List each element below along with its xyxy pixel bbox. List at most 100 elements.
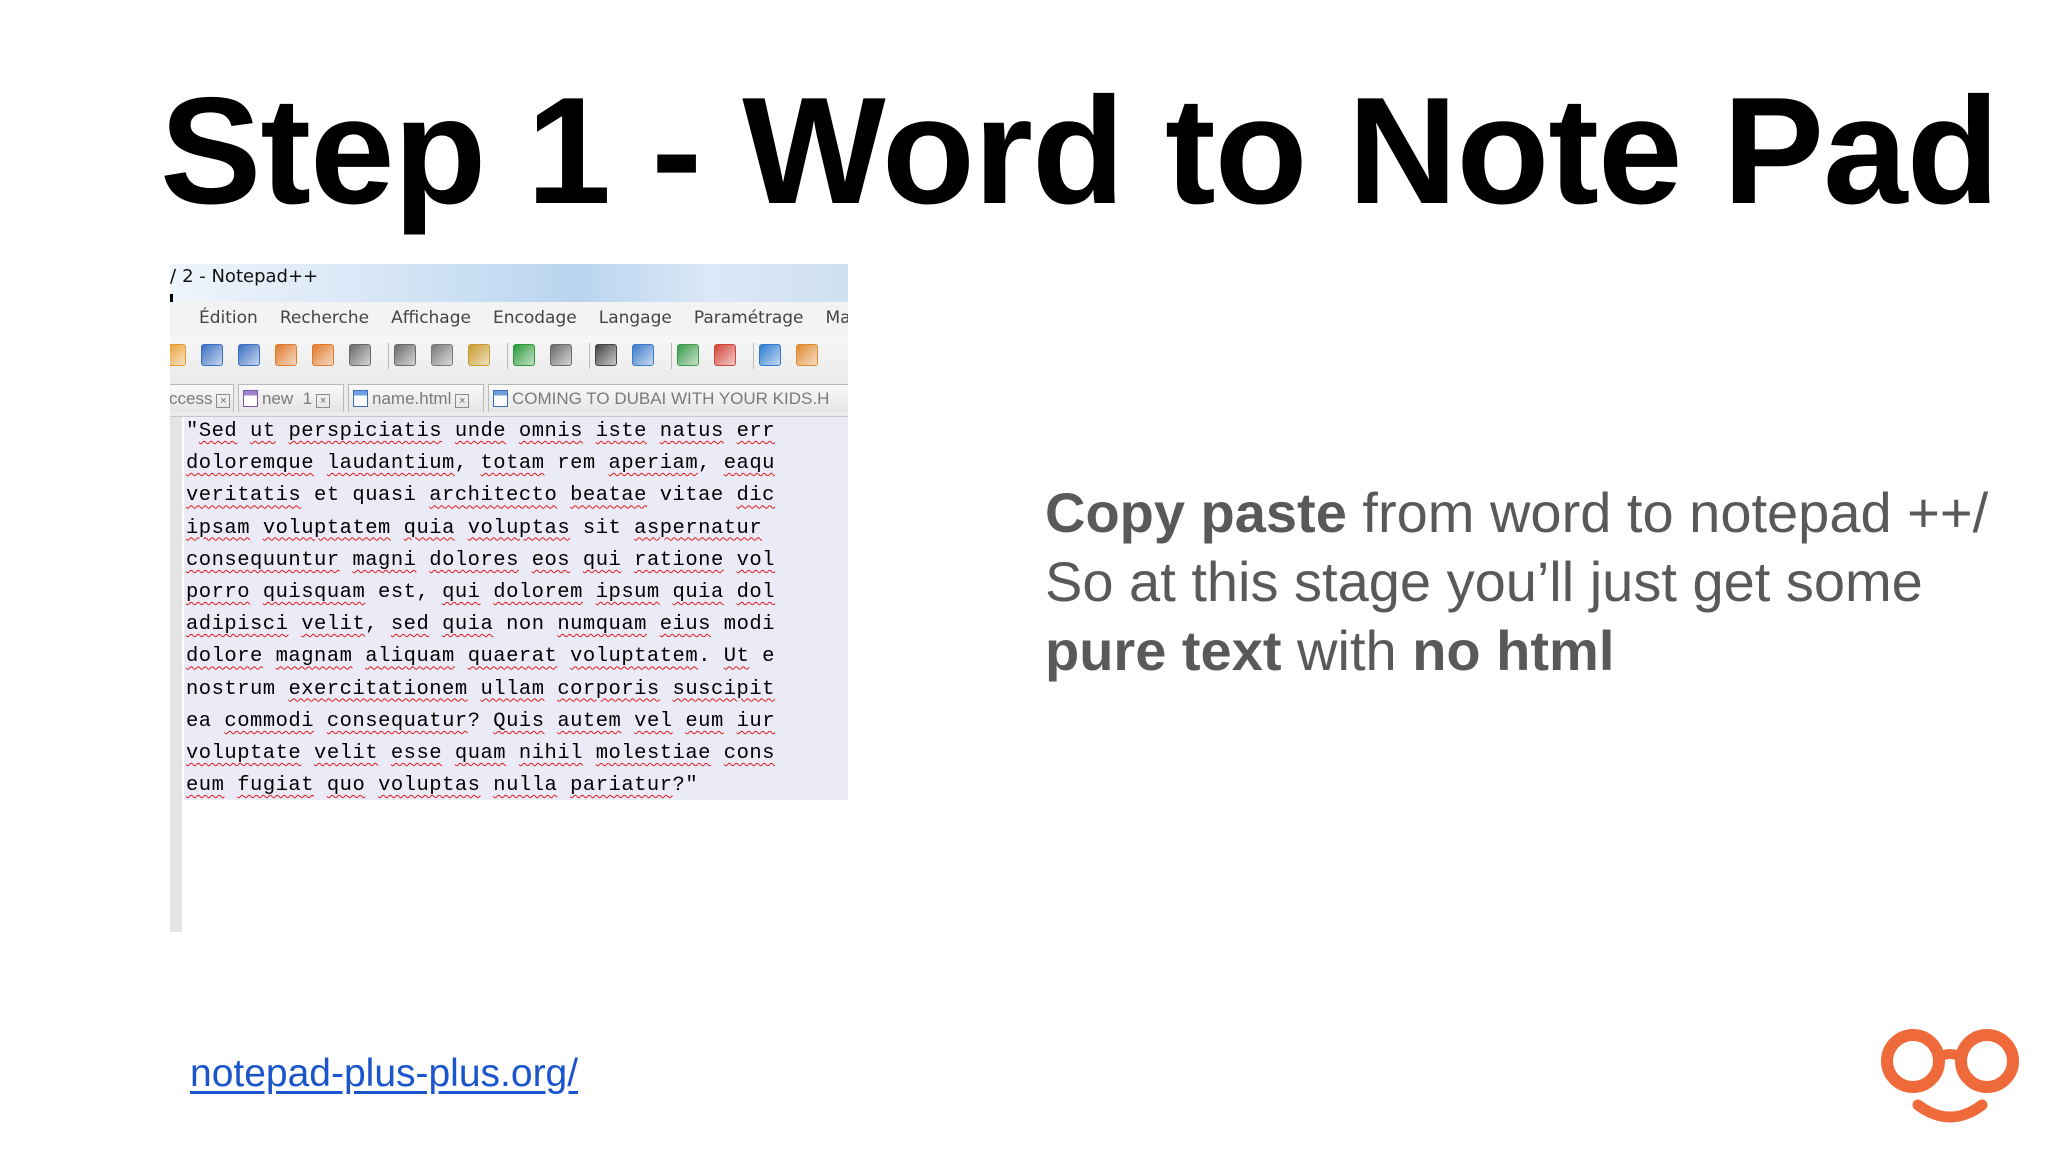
menu-item[interactable]: Édition <box>188 308 269 328</box>
menu-item[interactable]: Recherche <box>269 308 380 328</box>
misspelled-word: eaqu <box>723 452 775 476</box>
text-fragment <box>340 549 353 572</box>
text-fragment <box>276 678 289 701</box>
notepad-screenshot: /2 - Notepad++ Édition Recherche Affichage… <box>170 264 848 932</box>
text-fragment <box>506 742 519 765</box>
close-icon[interactable]: × <box>316 394 331 408</box>
text-fragment <box>673 710 686 733</box>
zoom-out-icon[interactable] <box>714 344 736 366</box>
undo-icon[interactable] <box>513 344 535 366</box>
text-fragment <box>276 420 289 443</box>
misspelled-word: qui <box>442 581 481 604</box>
zoom-in-icon[interactable] <box>677 344 699 366</box>
text-fragment <box>288 613 301 636</box>
text-fragment <box>724 710 737 733</box>
line-number-margin <box>170 417 182 932</box>
editor-line: ea commodi consequatur? Quis autem vel e… <box>186 710 775 733</box>
text-fragment: , <box>365 613 391 637</box>
notepad-plus-plus-link[interactable]: notepad-plus-plus.org/ <box>190 1052 578 1096</box>
toolbar-separator <box>753 343 754 369</box>
redo-icon[interactable] <box>550 344 572 366</box>
misspelled-word: iste <box>595 420 647 443</box>
misspelled-word: ut <box>250 420 276 443</box>
misspelled-word: laudantium <box>326 452 455 476</box>
tab-coming-to-dubai[interactable]: COMING TO DUBAI WITH YOUR KIDS.H <box>488 384 848 412</box>
menu-item[interactable]: Affichage <box>380 308 482 328</box>
notepad-editor[interactable]: "Sed ut perspiciatis unde omnis iste nat… <box>170 417 848 932</box>
sync-h-icon[interactable] <box>796 344 818 366</box>
text-fragment <box>724 549 737 572</box>
misspelled-word: Quis <box>493 709 545 733</box>
print-icon[interactable] <box>349 344 371 366</box>
text-fragment: ? <box>467 709 494 733</box>
save-all-icon[interactable] <box>238 344 260 366</box>
cut-icon[interactable] <box>394 344 416 366</box>
menu-item[interactable]: Encodage <box>482 308 588 328</box>
text-fragment: modi <box>710 613 775 637</box>
misspelled-word: consequuntur <box>186 548 340 572</box>
instruction-line-3: pure text with no html <box>1045 616 2035 685</box>
close-icon[interactable] <box>275 344 297 366</box>
text-fragment: est, <box>365 581 443 604</box>
instruction-text: Copy paste from word to notepad ++/ So a… <box>1045 478 2035 685</box>
open-icon[interactable] <box>170 344 186 366</box>
misspelled-word: commodi <box>224 709 315 733</box>
close-icon[interactable]: × <box>455 394 470 408</box>
text-fragment <box>583 742 596 765</box>
tab-ccess[interactable]: ccess × <box>170 384 234 412</box>
save-icon[interactable] <box>201 344 223 366</box>
text-fragment <box>212 710 225 733</box>
menu-item[interactable]: Langage <box>588 308 683 328</box>
tab-new-1[interactable]: new 1 × <box>238 384 344 412</box>
close-all-icon[interactable] <box>312 344 334 366</box>
text-fragment: ?" <box>672 774 699 798</box>
selected-text-region: "Sed ut perspiciatis unde omnis iste nat… <box>184 417 848 800</box>
text-fragment <box>352 645 365 668</box>
misspelled-word: exercitationem <box>288 677 468 701</box>
misspelled-word: porro <box>186 581 251 604</box>
editor-line: doloremque laudantium, totam rem aperiam… <box>186 452 775 475</box>
bold-phrase: Copy paste <box>1045 481 1347 544</box>
text-fragment <box>545 678 558 701</box>
text-fragment <box>314 452 327 475</box>
text-fragment <box>468 678 481 701</box>
misspelled-word: quam <box>454 742 507 765</box>
find-icon[interactable] <box>595 344 617 366</box>
text-fragment <box>480 774 493 797</box>
sync-v-icon[interactable] <box>759 344 781 366</box>
text-fragment: e <box>749 645 775 669</box>
misspelled-word: magnam <box>275 645 353 669</box>
text-fragment <box>724 581 737 604</box>
menu-item[interactable]: Paramétrage <box>683 308 815 328</box>
menu-item[interactable]: Mac <box>815 308 849 328</box>
misspelled-word: sed <box>390 613 430 637</box>
notepad-toolbar <box>170 336 848 377</box>
paste-icon[interactable] <box>468 344 490 366</box>
misspelled-word: molestiae <box>595 742 711 765</box>
replace-icon[interactable] <box>632 344 654 366</box>
misspelled-word: voluptas <box>378 774 481 798</box>
toolbar-separator <box>507 343 508 369</box>
misspelled-word: dolore <box>186 645 263 669</box>
text-fragment <box>480 581 493 604</box>
close-icon[interactable]: × <box>216 394 231 408</box>
notepad-window-title: 2 - Notepad++ <box>182 266 319 287</box>
misspelled-word: architecto <box>429 484 558 508</box>
copy-icon[interactable] <box>431 344 453 366</box>
toolbar-separator <box>388 343 389 369</box>
editor-line: dolore magnam aliquam quaerat voluptatem… <box>186 645 775 668</box>
misspelled-word: velit <box>301 613 366 637</box>
text-fragment <box>557 484 570 507</box>
misspelled-word: ipsum <box>595 581 660 604</box>
misspelled-word: beatae <box>570 484 647 508</box>
tab-name-html[interactable]: name.html × <box>348 384 484 412</box>
misspelled-word: doloremque <box>186 452 315 476</box>
misspelled-word: quo <box>326 774 366 798</box>
text-fragment <box>250 581 263 604</box>
text-fragment: sit <box>570 516 635 540</box>
misspelled-word: dolores <box>429 548 519 572</box>
misspelled-word: ullam <box>480 677 545 701</box>
misspelled-word: quisquam <box>262 581 366 604</box>
text-fragment <box>250 517 263 540</box>
text-fragment <box>365 774 378 797</box>
